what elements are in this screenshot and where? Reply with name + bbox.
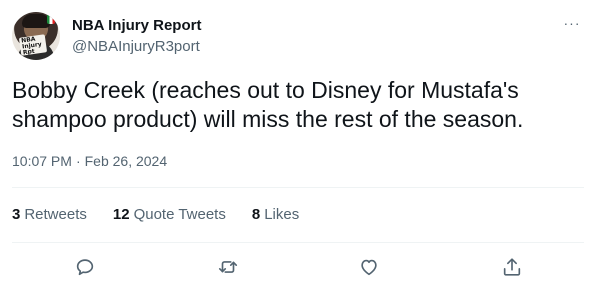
share-button[interactable] [498,253,526,281]
retweet-icon [218,261,238,273]
like-icon [361,259,377,276]
retweets-stat[interactable]: 3 Retweets [12,206,87,224]
tweet-card: NBA Injury Rpt NBA Injury Report @NBAInjur… [0,0,596,303]
retweets-count: 3 [12,206,21,223]
quote-tweets-count: 12 [112,206,130,223]
avatar[interactable]: NBA Injury Rpt [12,12,60,60]
reply-button[interactable] [71,253,99,281]
author-display-name[interactable]: NBA Injury Report [72,17,201,35]
tweet-header: NBA Injury Rpt NBA Injury Report @NBAInjur… [12,12,584,60]
avatar-flag [47,14,55,24]
tweet-time[interactable]: 10:07 PM [12,152,72,170]
tweet-stats: 3 Retweets 12 Quote Tweets 8 Likes [12,206,299,224]
share-icon [503,258,521,276]
retweets-label: Retweets [24,206,87,223]
author-handle[interactable]: @NBAInjuryR3port [72,37,201,57]
likes-stat[interactable]: 8 Likes [252,206,299,224]
likes-count: 8 [251,206,261,223]
author-names: NBA Injury Report @NBAInjuryR3port [72,12,201,57]
divider [12,242,584,243]
quote-tweets-stat[interactable]: 12 Quote Tweets [113,206,226,224]
tweet-date[interactable]: Feb 26, 2024 [85,152,168,170]
meta-separator: · [75,153,81,169]
action-bar [0,253,596,281]
more-options-icon[interactable]: ··· [560,14,584,32]
avatar-logo: NBA Injury Rpt [18,34,48,56]
avatar-hair [22,14,50,28]
likes-label: Likes [264,206,300,223]
like-button[interactable] [355,253,383,281]
tweet-timestamp: 10:07 PM · Feb 26, 2024 [12,152,167,170]
tweet-text: Bobby Creek (reaches out to Disney for M… [12,77,524,132]
divider [12,187,584,188]
retweet-button[interactable] [214,253,242,281]
quote-tweets-label: Quote Tweets [133,206,226,223]
reply-icon [76,259,94,276]
